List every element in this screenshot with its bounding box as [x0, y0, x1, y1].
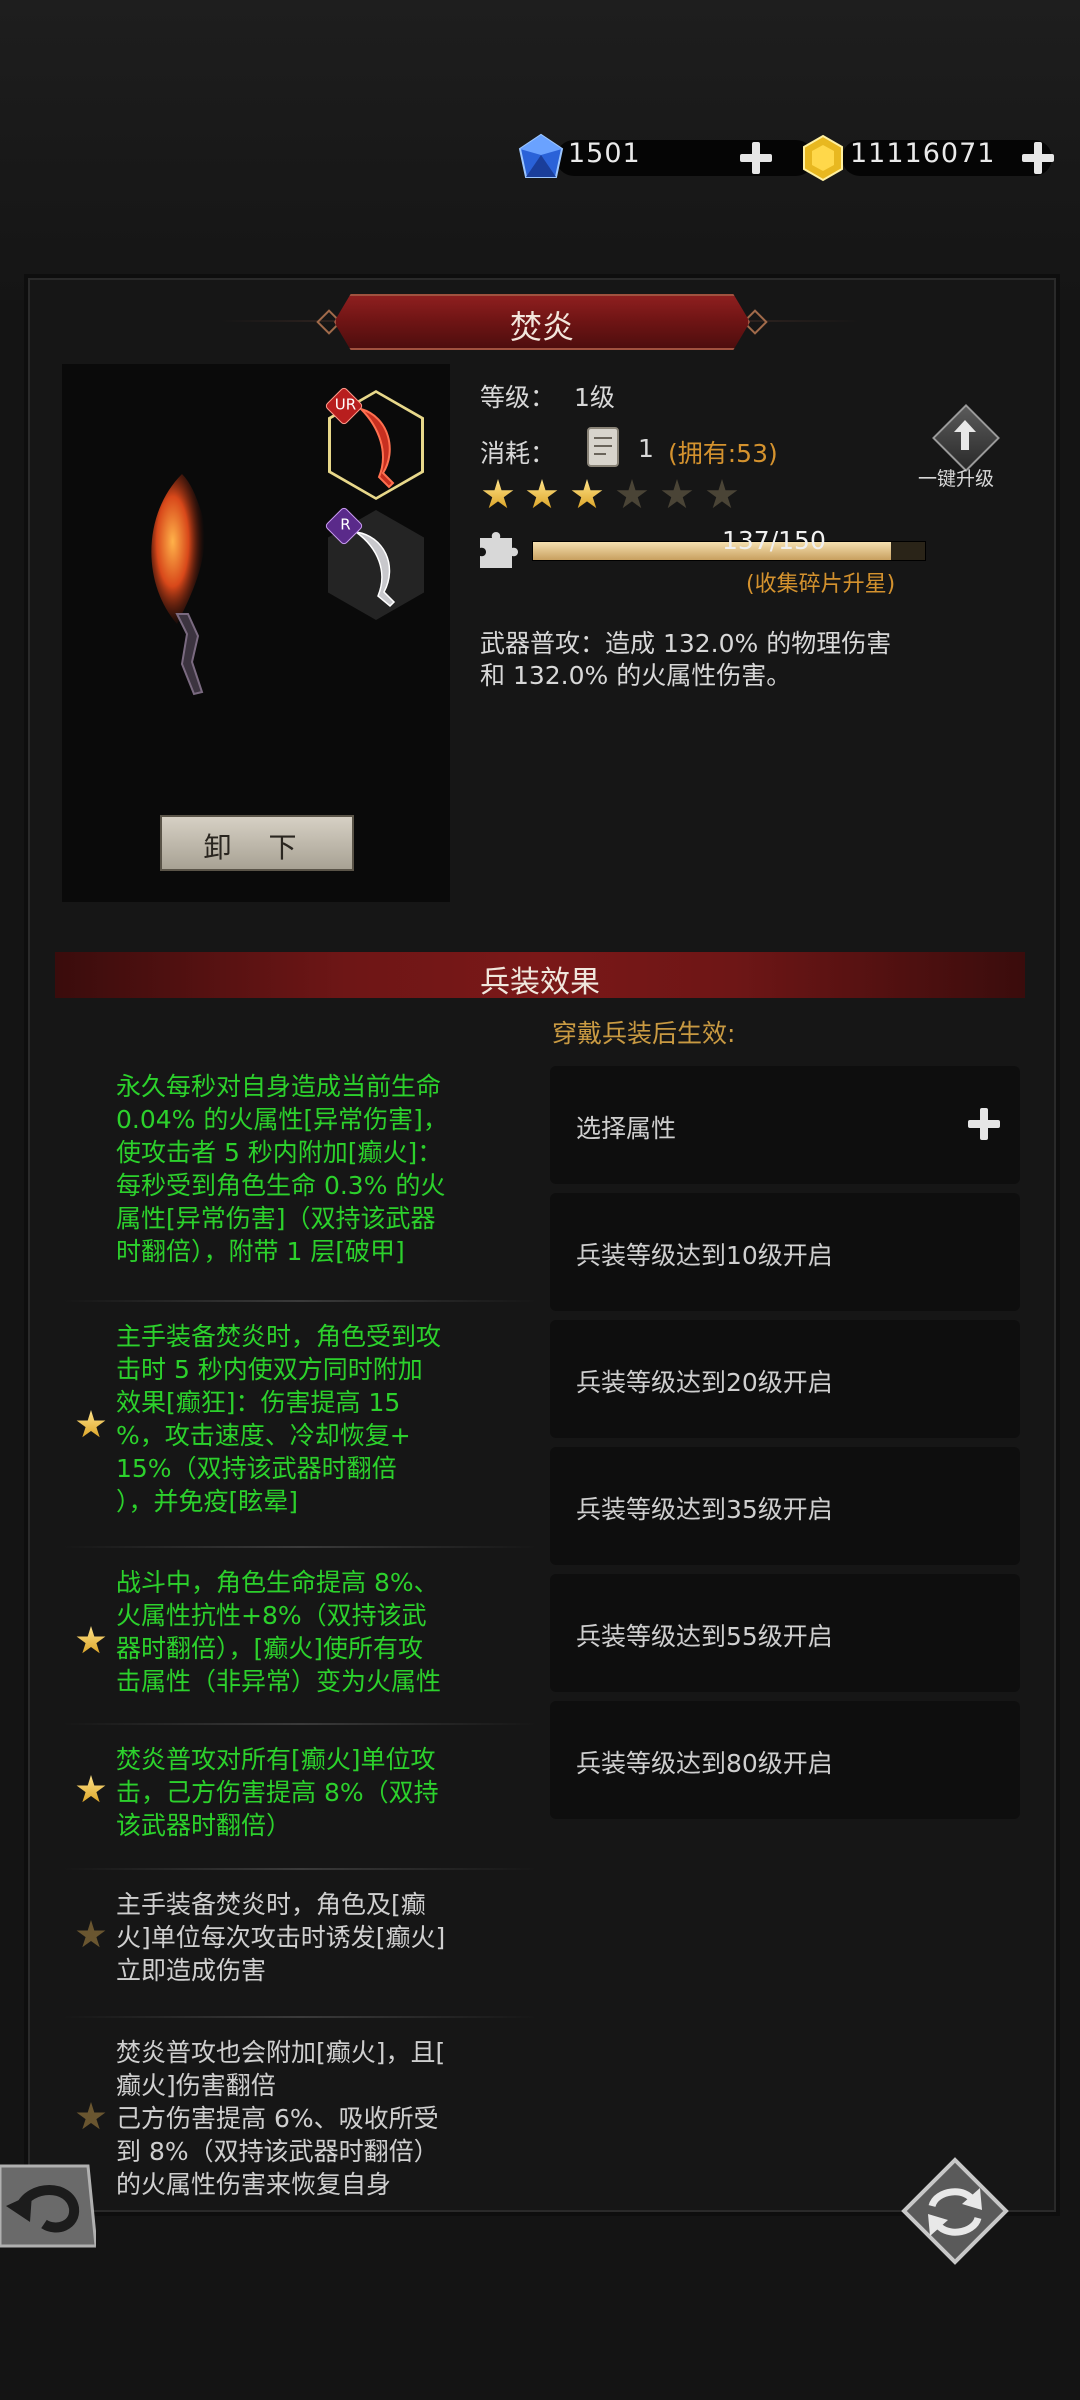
effect-text-line: %，攻击速度、冷却恢复+	[116, 1421, 411, 1450]
effect-separator	[62, 1723, 538, 1725]
effect-text-line: 火]单位每次攻击时诱发[癫火]	[116, 1923, 446, 1952]
back-button[interactable]	[0, 2158, 96, 2254]
effect-text-line: 击属性（非异常）变为火属性	[116, 1667, 442, 1696]
slot-label: 兵装等级达到35级开启	[576, 1495, 833, 1524]
effects-banner: 兵装效果	[55, 952, 1025, 1000]
effect-text: 战斗中，角色生命提高 8%、 火属性抗性+8%（双持该武 器时翻倍），[癫火]使所有…	[116, 1566, 534, 1698]
effect-separator	[62, 1546, 538, 1548]
title-banner: 焚炎	[334, 294, 750, 350]
cost-label: 消耗：	[480, 439, 556, 468]
fragment-count: 137/150	[722, 526, 826, 555]
fragment-hint: (收集碎片升星)	[746, 572, 896, 597]
effect-text: 主手装备焚炎时，角色受到攻 击时 5 秒内使双方同时附加 效果[癫狂]：伤害提高 1…	[116, 1320, 534, 1518]
upgrade-arrow-icon	[954, 420, 976, 450]
effect-text-line: 癫火]伤害翻倍	[116, 2071, 276, 2100]
effect-separator	[62, 1868, 538, 1870]
locked-slot: 兵装等级达到35级开启	[550, 1447, 1020, 1565]
effect-text-line: 己方伤害提高 6%、吸收所受	[116, 2104, 439, 2133]
effect-text: 永久每秒对自身造成当前生命 0.04% 的火属性[异常伤害]， 使攻击者 5 秒内附…	[116, 1070, 534, 1268]
locked-slot: 兵装等级达到55级开启	[550, 1574, 1020, 1692]
effect-text-line: 永久每秒对自身造成当前生命	[116, 1072, 442, 1101]
effect-text-line: ），并免疫[眩晕]	[116, 1487, 299, 1516]
effect-text-line: 火属性抗性+8%（双持该武	[116, 1601, 427, 1630]
gem-icon	[518, 133, 564, 178]
weapon-title: 焚炎	[509, 308, 574, 346]
fragment-progress-fill	[533, 542, 892, 560]
effect-text-line: 效果[癫狂]：伤害提高 15	[116, 1388, 401, 1417]
gems-value: 1501	[568, 138, 641, 169]
cost-count: 1	[638, 434, 654, 463]
level-value: 1级	[574, 383, 615, 412]
slot-label: 兵装等级达到55级开启	[576, 1622, 833, 1651]
add-gold-button[interactable]	[1020, 140, 1056, 176]
select-attribute-slot[interactable]: 选择属性	[550, 1066, 1020, 1184]
effect-text-line: 战斗中，角色生命提高 8%、	[116, 1568, 439, 1597]
scroll-icon	[587, 427, 619, 467]
effect-text-line: 每秒受到角色生命 0.3% 的火	[116, 1171, 446, 1200]
effect-text-line: 的火属性伤害来恢复自身	[116, 2170, 392, 2199]
puzzle-icon	[480, 532, 518, 568]
weapon-description-line1: 武器普攻：造成 132.0% 的物理伤害	[480, 629, 892, 658]
r-weapon-icon	[355, 531, 396, 608]
currency-bar: 1501 11116071	[516, 133, 1056, 183]
effect-text-line: 15%（双持该武器时翻倍	[116, 1454, 397, 1483]
slot-label: 兵装等级达到20级开启	[576, 1368, 833, 1397]
unequip-button[interactable]: 卸 下	[160, 815, 354, 871]
effect-text: 焚炎普攻也会附加[癫火]，且[ 癫火]伤害翻倍己方伤害提高 6%、吸收所受到 8%…	[116, 2036, 534, 2201]
effect-text-line: 0.04% 的火属性[异常伤害]，	[116, 1105, 448, 1134]
slot-label: 兵装等级达到10级开启	[576, 1241, 833, 1270]
effect-separator	[62, 1300, 538, 1302]
add-attribute-icon[interactable]	[966, 1106, 1002, 1142]
effect-text-line: 击，己方伤害提高 8%（双持	[116, 1778, 439, 1807]
locked-slot: 兵装等级达到10级开启	[550, 1193, 1020, 1311]
refresh-button[interactable]	[900, 2156, 1010, 2266]
cost-owned: (拥有:53)	[668, 439, 778, 468]
effect-text: 焚炎普攻对所有[癫火]单位攻 击，己方伤害提高 8%（双持 该武器时翻倍）	[116, 1743, 534, 1842]
gold-value: 11116071	[850, 138, 996, 169]
effect-separator	[62, 2016, 538, 2018]
effect-text-line: 焚炎普攻对所有[癫火]单位攻	[116, 1745, 436, 1774]
effect-text-line: 击时 5 秒内使双方同时附加	[116, 1355, 423, 1384]
slot-label: 选择属性	[576, 1114, 677, 1143]
effect-text-line: 时翻倍），附带 1 层[破甲]	[116, 1237, 405, 1266]
gold-icon	[803, 134, 843, 182]
effect-text-line: 主手装备焚炎时，角色及[癫	[116, 1890, 426, 1919]
effect-text-line: 焚炎普攻也会附加[癫火]，且[	[116, 2038, 446, 2067]
effect-text-line: 主手装备焚炎时，角色受到攻	[116, 1322, 442, 1351]
effect-text-line: 器时翻倍），[癫火]使所有攻	[116, 1634, 424, 1663]
effect-text-line: 使攻击者 5 秒内附加[癫火]：	[116, 1138, 443, 1167]
weapon-description-line2: 和 132.0% 的火属性伤害。	[480, 661, 792, 690]
effect-text-line: 立即造成伤害	[116, 1956, 267, 1985]
level-label: 等级：	[480, 383, 556, 412]
effect-text-line: 到 8%（双持该武器时翻倍）	[116, 2137, 439, 2166]
locked-slot: 兵装等级达到20级开启	[550, 1320, 1020, 1438]
ur-weapon-icon	[357, 406, 395, 489]
effect-text-line: 该武器时翻倍）	[116, 1811, 292, 1840]
slot-label: 兵装等级达到80级开启	[576, 1749, 833, 1778]
add-gems-button[interactable]	[738, 140, 774, 176]
weapon-artwork	[151, 474, 205, 696]
effects-banner-title: 兵装效果	[480, 965, 600, 1000]
upgrade-label[interactable]: 一键升级	[918, 464, 994, 491]
effect-text: 主手装备焚炎时，角色及[癫 火]单位每次攻击时诱发[癫火] 立即造成伤害	[116, 1888, 534, 1987]
slots-title: 穿戴兵装后生效:	[552, 1019, 736, 1048]
effect-text-line: 属性[异常伤害]（双持该武器	[116, 1204, 436, 1233]
locked-slot: 兵装等级达到80级开启	[550, 1701, 1020, 1819]
